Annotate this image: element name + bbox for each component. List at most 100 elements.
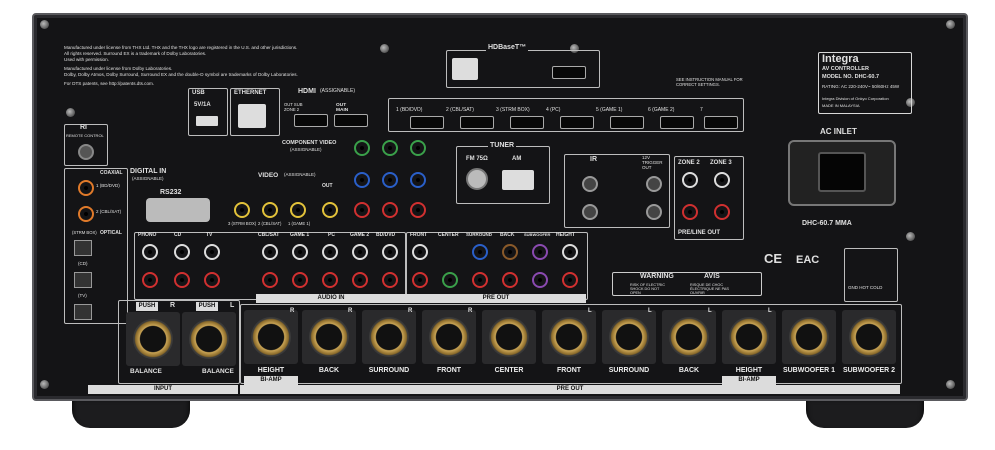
video-input-2[interactable]	[262, 202, 278, 218]
ac-inlet-socket[interactable]	[818, 152, 866, 192]
xlr-out-surround-r[interactable]	[362, 310, 416, 364]
hdmi-input-7[interactable]	[704, 116, 738, 129]
hdmi-input-6[interactable]	[660, 116, 694, 129]
zone3-out-r[interactable]	[714, 204, 730, 220]
xlr-out-subwoofer-1[interactable]	[782, 310, 836, 364]
xlr-out-front-l[interactable]	[542, 310, 596, 364]
optical-input-1[interactable]	[74, 240, 92, 256]
zone3-out-l[interactable]	[714, 172, 730, 188]
pre-out-center[interactable]	[442, 272, 458, 288]
xlr-out-back-r[interactable]	[302, 310, 356, 364]
hdmi-out-sub[interactable]	[294, 114, 328, 127]
pre-out-height-l[interactable]	[562, 244, 578, 260]
hdmi-input-1[interactable]	[410, 116, 444, 129]
audio-in-phono-l[interactable]	[142, 244, 158, 260]
component-y-out[interactable]	[410, 140, 426, 156]
coaxial-input-2[interactable]	[78, 206, 94, 222]
ir-out-jack[interactable]	[582, 204, 598, 220]
pre-out-back-r[interactable]	[502, 272, 518, 288]
audio-in-phono-r[interactable]	[142, 272, 158, 288]
audio-in-game2-l[interactable]	[352, 244, 368, 260]
component-pb-1[interactable]	[382, 172, 398, 188]
audio-in-tv-l[interactable]	[204, 244, 220, 260]
video-input-3[interactable]	[234, 202, 250, 218]
audio-in-tv-r[interactable]	[204, 272, 220, 288]
component-pr-1[interactable]	[382, 202, 398, 218]
hdmi-in-7: 7	[700, 107, 703, 113]
xlr-out-center[interactable]	[482, 310, 536, 364]
audio-in-game2-r[interactable]	[352, 272, 368, 288]
component-pr-2[interactable]	[354, 202, 370, 218]
xlr-out-surround-l[interactable]	[602, 310, 656, 364]
xlr-out-back-l[interactable]	[662, 310, 716, 364]
pre-out-surround-l[interactable]	[472, 244, 488, 260]
audio-in-bddvd-l[interactable]	[382, 244, 398, 260]
audio-in-label-tv: TV	[206, 232, 213, 238]
balanced-r-label: R	[170, 302, 176, 309]
pre-out-sub-1[interactable]	[532, 244, 548, 260]
audio-in-pc-l[interactable]	[322, 244, 338, 260]
optical-input-3[interactable]	[74, 304, 92, 320]
zone2-out-l[interactable]	[682, 172, 698, 188]
xlr-out-front-r[interactable]	[422, 310, 476, 364]
rs232-port[interactable]	[146, 198, 210, 222]
xlr-label-back-l: BACK	[678, 367, 700, 374]
ri-jack[interactable]	[78, 144, 94, 160]
hdmi-input-4[interactable]	[560, 116, 594, 129]
pre-out-front-l[interactable]	[412, 244, 428, 260]
trigger-b-jack[interactable]	[646, 204, 662, 220]
pre-out-surround-r[interactable]	[472, 272, 488, 288]
hdmi-input-2[interactable]	[460, 116, 494, 129]
balanced-label-r: BALANCE	[130, 368, 162, 375]
xlr-label-center: CENTER	[494, 367, 524, 374]
hdmi-input-5[interactable]	[610, 116, 644, 129]
audio-in-cd-l[interactable]	[174, 244, 190, 260]
avis-detail: RISQUE DE CHOC ÉLECTRIQUE NE PAS OUVRIR	[690, 283, 729, 296]
fm-antenna-jack[interactable]	[466, 168, 488, 190]
audio-in-pc-r[interactable]	[322, 272, 338, 288]
audio-in-cblsat-l[interactable]	[262, 244, 278, 260]
audio-in-label-pc: PC	[328, 232, 335, 238]
am-antenna-terminal[interactable]	[502, 170, 534, 190]
ethernet-port[interactable]	[238, 104, 266, 128]
audio-in-cd-r[interactable]	[174, 272, 190, 288]
hdmi-input-3[interactable]	[510, 116, 544, 129]
pre-out-back-l[interactable]	[502, 244, 518, 260]
zone2-out-r[interactable]	[682, 204, 698, 220]
component-pr-out[interactable]	[410, 202, 426, 218]
component-y-2[interactable]	[354, 140, 370, 156]
push-label-l: PUSH	[196, 302, 218, 311]
optical-input-2[interactable]	[74, 272, 92, 288]
pre-line-out-group	[674, 156, 744, 240]
coaxial-input-1[interactable]	[78, 180, 94, 196]
audio-in-bddvd-r[interactable]	[382, 272, 398, 288]
xlr-ch-front-l: L	[588, 308, 592, 314]
trigger-a-jack[interactable]	[646, 176, 662, 192]
component-pb-2[interactable]	[354, 172, 370, 188]
video-out[interactable]	[322, 202, 338, 218]
usb-port[interactable]	[196, 116, 218, 126]
audio-in-game1-l[interactable]	[292, 244, 308, 260]
pre-out-label-front: FRONT	[410, 232, 428, 238]
component-y-1[interactable]	[382, 140, 398, 156]
pre-out-sub-2[interactable]	[532, 272, 548, 288]
xlr-label-front-r: FRONT	[436, 367, 462, 374]
component-pb-out[interactable]	[410, 172, 426, 188]
am-label: AM	[512, 156, 522, 162]
balanced-in-l[interactable]	[182, 312, 236, 366]
xlr-out-height-r[interactable]	[244, 310, 298, 364]
balanced-in-r[interactable]	[126, 312, 180, 366]
xlr-label-back-r: BACK	[318, 367, 340, 374]
hdmi-label: HDMI	[298, 88, 316, 95]
hdbaset-hdmi-in[interactable]	[552, 66, 586, 79]
xlr-out-height-l[interactable]	[722, 310, 776, 364]
xlr-out-subwoofer-2[interactable]	[842, 310, 896, 364]
audio-in-game1-r[interactable]	[292, 272, 308, 288]
video-input-1[interactable]	[290, 202, 306, 218]
pre-out-front-r[interactable]	[412, 272, 428, 288]
hdmi-out-main[interactable]	[334, 114, 368, 127]
ir-in-jack[interactable]	[582, 176, 598, 192]
hdbaset-port[interactable]	[452, 58, 478, 80]
audio-in-cblsat-r[interactable]	[262, 272, 278, 288]
pre-out-height-r[interactable]	[562, 272, 578, 288]
